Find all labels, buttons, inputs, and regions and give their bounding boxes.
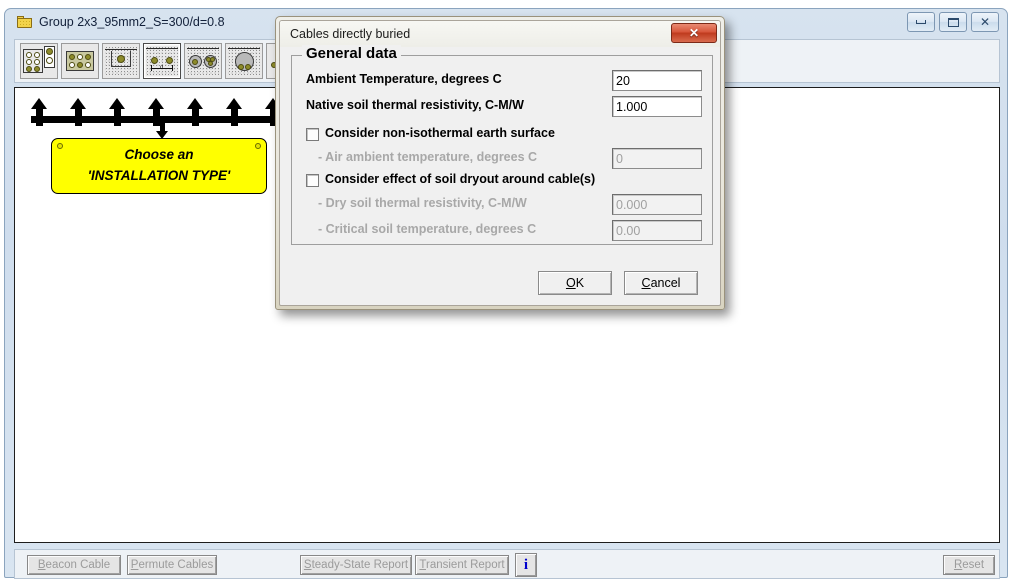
ok-label: K — [575, 276, 585, 290]
permute-cables-label: ermute Cables — [138, 559, 214, 571]
toolbar-buttons: d — [20, 43, 304, 79]
minimize-button[interactable] — [907, 12, 935, 32]
critical-soil-temperature-label: - Critical soil temperature, degrees C — [318, 222, 537, 236]
field-row-ambient-temperature: Ambient Temperature, degrees C 20 — [292, 70, 712, 92]
toolbar-item-single-cable-in-duct[interactable] — [102, 43, 140, 79]
application-title: Group 2x3_95mm2_S=300/d=0.8 — [39, 15, 225, 29]
folder-icon — [17, 16, 32, 28]
beacon-cable-button[interactable]: Beacon Cable — [27, 555, 121, 575]
beacon-cable-label: eacon Cable — [45, 559, 111, 571]
steady-state-report-button[interactable]: Steady-State Report — [300, 555, 412, 575]
dry-soil-thermal-resistivity-input[interactable]: 0.000 — [612, 194, 702, 215]
field-row-air-ambient-temperature: - Air ambient temperature, degrees C 0 — [292, 148, 712, 170]
cables-directly-buried-icon: d — [146, 46, 178, 76]
steady-state-report-accel: S — [303, 559, 312, 571]
callout-line-2: 'INSTALLATION TYPE' — [87, 168, 231, 183]
cables-directly-buried-dialog: Cables directly buried ✕ General data Am… — [275, 16, 725, 310]
transient-report-accel: T — [419, 559, 426, 571]
cancel-button[interactable]: Cancel — [624, 271, 698, 295]
beacon-cable-accel: B — [37, 559, 46, 571]
down-arrow-icon — [156, 123, 169, 139]
screw-icon — [57, 143, 63, 149]
dialog-body: General data Ambient Temperature, degree… — [280, 45, 720, 305]
dialog-close-button[interactable]: ✕ — [671, 23, 717, 43]
toolbar-item-cables-in-backfill[interactable] — [184, 43, 222, 79]
reset-button[interactable]: Reset — [943, 555, 995, 575]
close-icon: ✕ — [979, 15, 991, 29]
minimize-icon — [916, 20, 926, 24]
air-ambient-temperature-input[interactable]: 0 — [612, 148, 702, 169]
dry-soil-thermal-resistivity-label: - Dry soil thermal resistivity, C-M/W — [318, 196, 527, 210]
field-row-native-soil-resistivity: Native soil thermal resistivity, C-M/W 1… — [292, 96, 712, 118]
consider-soil-dryout-label: Consider effect of soil dryout around ca… — [325, 172, 596, 186]
toolbar-item-ducts-in-bank[interactable] — [20, 43, 58, 79]
dialog-inner-frame: Cables directly buried ✕ General data Am… — [279, 20, 721, 306]
field-row-non-isothermal: Consider non-isothermal earth surface — [292, 124, 712, 146]
transient-report-button[interactable]: Transient Report — [415, 555, 509, 575]
arrow-baseline — [31, 116, 283, 123]
dialog-title: Cables directly buried — [290, 27, 411, 41]
installation-type-callout: Choose an 'INSTALLATION TYPE' — [51, 138, 267, 194]
maximize-icon — [947, 17, 959, 27]
steady-state-report-label: teady-State Report — [311, 559, 409, 571]
general-data-legend: General data — [302, 45, 401, 62]
ok-button[interactable]: OK — [538, 271, 612, 295]
dialog-titlebar: Cables directly buried ✕ — [280, 21, 720, 47]
toolbar-item-cables-directly-buried[interactable]: d — [143, 43, 181, 79]
native-soil-thermal-resistivity-label: Native soil thermal resistivity, C-M/W — [306, 98, 524, 112]
reset-label: eset — [962, 559, 985, 571]
critical-soil-temperature-input[interactable]: 0.00 — [612, 220, 702, 241]
ambient-temperature-input[interactable]: 20 — [612, 70, 702, 91]
callout-line-1: Choose an — [124, 147, 194, 163]
consider-non-isothermal-earth-surface-label: Consider non-isothermal earth surface — [325, 126, 555, 140]
field-row-dry-soil-resistivity: - Dry soil thermal resistivity, C-M/W 0.… — [292, 194, 712, 216]
cancel-label: ancel — [650, 276, 681, 290]
close-icon: ✕ — [688, 26, 700, 40]
consider-non-isothermal-earth-surface-checkbox[interactable] — [306, 128, 319, 141]
duct-bank-grid-icon — [64, 46, 96, 76]
ambient-temperature-label: Ambient Temperature, degrees C — [306, 72, 502, 86]
air-ambient-temperature-label: - Air ambient temperature, degrees C — [318, 150, 538, 164]
info-icon: i — [523, 556, 529, 573]
native-soil-thermal-resistivity-input[interactable]: 1.000 — [612, 96, 702, 117]
status-bar: Beacon Cable Permute Cables Steady-State… — [14, 549, 1000, 579]
permute-cables-button[interactable]: Permute Cables — [127, 555, 217, 575]
cables-in-pipe-icon — [228, 46, 260, 76]
info-button[interactable]: i — [515, 553, 537, 577]
field-row-critical-soil-temperature: - Critical soil temperature, degrees C 0… — [292, 220, 712, 242]
consider-soil-dryout-checkbox[interactable] — [306, 174, 319, 187]
window-controls: ✕ — [907, 12, 999, 32]
toolbar-item-cables-in-pipe[interactable] — [225, 43, 263, 79]
maximize-button[interactable] — [939, 12, 967, 32]
ducts-in-bank-icon — [23, 46, 55, 76]
screw-icon — [255, 143, 261, 149]
cancel-accel: C — [641, 276, 651, 290]
transient-report-label: ransient Report — [426, 559, 505, 571]
ok-accel: O — [565, 276, 576, 290]
single-cable-in-duct-icon — [105, 46, 137, 76]
toolbar-item-duct-bank-grid[interactable] — [61, 43, 99, 79]
general-data-groupbox: General data Ambient Temperature, degree… — [291, 45, 713, 245]
cables-in-backfill-icon — [187, 46, 219, 76]
field-row-soil-dryout: Consider effect of soil dryout around ca… — [292, 170, 712, 192]
close-button[interactable]: ✕ — [971, 12, 999, 32]
